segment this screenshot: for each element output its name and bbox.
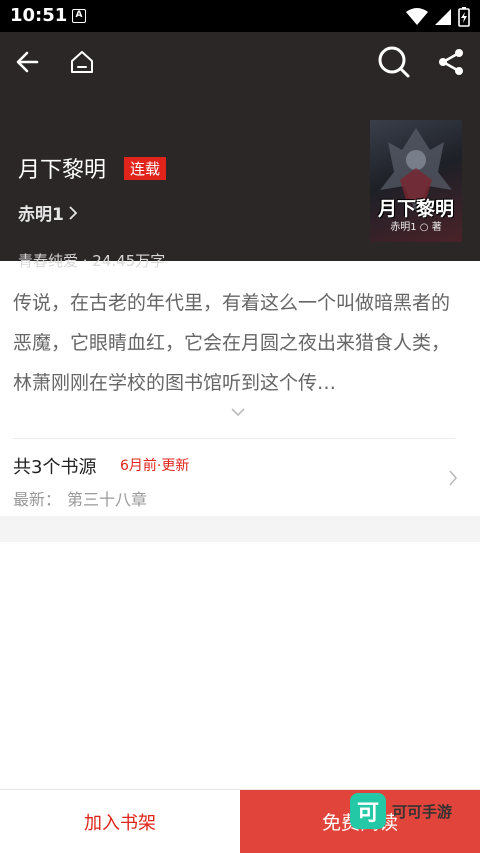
- latest-label: 最新：: [13, 490, 62, 509]
- cover-author: 赤明1 ○ 著: [390, 222, 442, 233]
- share-icon: [439, 49, 463, 75]
- status-icons: [406, 7, 470, 27]
- divider: [13, 438, 455, 439]
- book-cover[interactable]: 月下黎明 赤明1 ○ 著: [370, 120, 462, 242]
- book-header: 月下黎明 连载 赤明1 青春纯爱 · 24.45万字 月下黎明 赤明1 ○ 著: [0, 32, 480, 270]
- search-button[interactable]: [376, 44, 412, 80]
- back-button[interactable]: [10, 44, 46, 80]
- sources-count: 共3个书源: [13, 457, 97, 478]
- author-link[interactable]: 赤明1: [18, 200, 78, 225]
- share-button[interactable]: [433, 44, 469, 80]
- sources-updated: 6月前·更新: [120, 458, 190, 474]
- status-time: 10:51: [10, 5, 68, 26]
- book-title: 月下黎明: [18, 158, 107, 183]
- book-meta: 青春纯爱 · 24.45万字: [18, 252, 166, 270]
- chevron-down-icon: [231, 408, 245, 417]
- wifi-icon: [406, 8, 428, 25]
- watermark-text: 可可手游: [392, 802, 453, 821]
- author-name: 赤明1: [18, 205, 64, 225]
- status-bar: 10:51 A: [0, 0, 480, 32]
- book-sources-row[interactable]: 共3个书源 6月前·更新 最新： 第三十八章: [0, 440, 480, 516]
- battery-icon: [458, 7, 470, 27]
- serial-status-badge: 连载: [124, 157, 167, 180]
- book-description[interactable]: 传说，在古老的年代里，有着这么一个叫做暗黑者的恶魔，它眼睛血红，它会在月圆之夜出…: [13, 283, 467, 400]
- watermark: 可 可可手游: [350, 793, 452, 829]
- chevron-right-icon: [69, 205, 78, 220]
- section-separator: [0, 516, 480, 542]
- chevron-right-icon: [449, 470, 458, 486]
- latest-chapter: 第三十八章: [67, 490, 148, 509]
- home-icon: [71, 51, 93, 73]
- expand-button[interactable]: [230, 402, 246, 421]
- accessibility-icon: A: [72, 9, 86, 23]
- arrow-left-icon: [16, 51, 39, 73]
- cover-title: 月下黎明: [377, 198, 454, 220]
- signal-icon: [435, 9, 451, 25]
- add-to-shelf-button[interactable]: 加入书架: [0, 790, 240, 853]
- search-icon: [378, 46, 410, 78]
- home-button[interactable]: [64, 44, 100, 80]
- watermark-logo: 可: [350, 793, 386, 829]
